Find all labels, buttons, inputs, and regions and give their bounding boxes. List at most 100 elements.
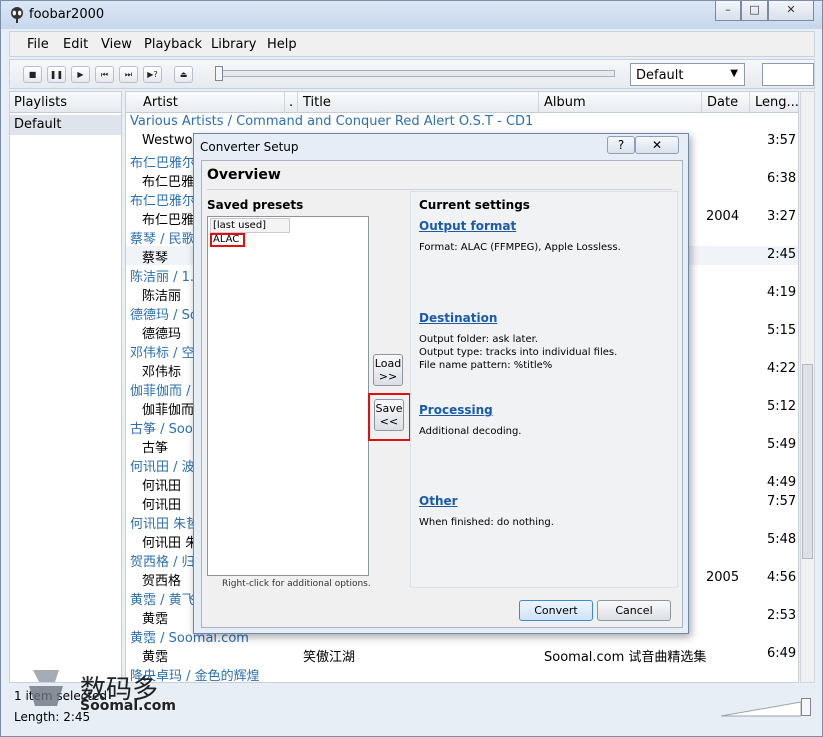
processing-link[interactable]: Processing (419, 403, 493, 417)
dsp-preset-value: Default (636, 68, 684, 83)
current-settings-heading: Current settings (419, 198, 530, 212)
dsp-preset-select[interactable]: Default ▼ (630, 63, 745, 86)
previous-icon[interactable]: ⏮ (95, 66, 114, 83)
length-cell: 5:15 (767, 323, 797, 338)
random-icon[interactable]: ▶? (143, 66, 162, 83)
length-cell: 4:19 (767, 285, 797, 300)
title-bar: foobar2000 – □ ✕ (1, 1, 822, 29)
artist-cell: 黄霑 (142, 612, 169, 627)
pause-icon[interactable]: ❚❚ (47, 66, 66, 83)
output-format-link[interactable]: Output format (419, 219, 516, 233)
play-icon[interactable]: ▶ (71, 66, 90, 83)
load-arrow: >> (378, 370, 398, 383)
maximize-button[interactable]: □ (741, 1, 768, 21)
artist-cell: 贺西格 (142, 574, 182, 589)
artist-cell: 黄霑 (142, 650, 169, 665)
date-cell: 2005 (706, 570, 740, 585)
menu-playback[interactable]: Playback (144, 37, 202, 52)
group-label: 布仁巴雅尔 (130, 194, 196, 209)
length-cell: 5:48 (767, 532, 797, 547)
window-title: foobar2000 (29, 7, 105, 22)
menu-edit[interactable]: Edit (63, 37, 88, 52)
column-artist[interactable]: Artist (143, 95, 178, 110)
column-track[interactable]: . (289, 95, 293, 110)
save-arrow: << (379, 415, 399, 428)
length-cell: 4:56 (767, 570, 797, 585)
presets-hint: Right-click for additional options. (222, 579, 371, 589)
seek-bar[interactable] (215, 66, 615, 81)
other-link[interactable]: Other (419, 494, 458, 508)
soomal-logo-icon (29, 670, 63, 706)
destination-link[interactable]: Destination (419, 311, 497, 325)
artist-cell: 德德玛 (142, 327, 182, 342)
vertical-scrollbar[interactable] (800, 91, 815, 683)
playlists-header-label: Playlists (14, 95, 67, 110)
group-header-row[interactable]: Various Artists / Command and Conquer Re… (126, 113, 798, 132)
overview-heading: Overview (207, 167, 281, 183)
destination-type-info: Output type: tracks into individual file… (419, 347, 618, 358)
processing-info: Additional decoding. (419, 426, 522, 437)
artist-cell: 古筝 (142, 441, 169, 456)
group-label: 伽菲伽而 / (130, 384, 191, 399)
save-button[interactable]: Save << (374, 399, 404, 431)
dialog-close-button[interactable]: ✕ (635, 136, 679, 154)
save-label: Save (375, 402, 403, 415)
table-row[interactable]: 黄霑 笑傲江湖 Soomal.com 试音曲精选集 6:49 (126, 645, 798, 665)
group-label: 古筝 / Soor (130, 422, 199, 437)
watermark-en: Soomal.com (80, 698, 176, 714)
length-cell: 2:45 (767, 247, 797, 262)
column-album[interactable]: Album (544, 95, 586, 110)
converter-setup-dialog: Converter Setup ? ✕ Overview Saved prese… (193, 133, 689, 634)
preset-item-alac[interactable]: ALAC (210, 233, 245, 247)
artist-cell: 蔡琴 (142, 251, 169, 266)
load-label: Load (374, 357, 402, 370)
preset-item-last-used[interactable]: [last used] (210, 218, 290, 233)
playlist-item-label: Default (14, 117, 62, 132)
stop-icon[interactable]: ■ (23, 66, 42, 83)
cancel-button[interactable]: Cancel (597, 600, 671, 621)
chevron-down-icon: ▼ (730, 68, 738, 79)
group-label: 布仁巴雅尔 (130, 156, 196, 171)
volume-slider[interactable] (721, 699, 801, 717)
close-button[interactable]: ✕ (768, 1, 814, 21)
column-title[interactable]: Title (303, 95, 331, 110)
date-cell: 2004 (706, 209, 740, 224)
menu-file[interactable]: File (27, 37, 49, 52)
group-label: 邓伟标 / 空 (130, 346, 195, 361)
artist-cell: 伽菲伽而 (142, 403, 195, 418)
saved-presets-heading: Saved presets (207, 198, 304, 212)
scrollbar-thumb[interactable] (802, 364, 813, 559)
menu-help[interactable]: Help (267, 37, 297, 52)
next-icon[interactable]: ⏭ (119, 66, 138, 83)
search-input[interactable] (762, 63, 814, 86)
convert-button[interactable]: Convert (519, 600, 593, 621)
volume-thumb[interactable] (801, 698, 811, 716)
status-length: Length: 2:45 (14, 710, 91, 724)
minimize-button[interactable]: – (715, 1, 741, 21)
length-cell: 5:49 (767, 437, 797, 452)
column-header: Artist . Title Album Date Leng... (126, 92, 798, 113)
group-label: 陈洁丽 / 1.8 (130, 270, 203, 285)
column-date[interactable]: Date (707, 95, 738, 110)
group-label: Various Artists / Command and Conquer Re… (130, 114, 534, 129)
column-length[interactable]: Leng... (755, 95, 798, 110)
dialog-body: Overview Saved presets [last used] ALAC … (201, 160, 683, 628)
artist-cell: Westwoo (142, 133, 201, 148)
seek-thumb[interactable] (215, 66, 223, 81)
open-icon[interactable]: ⏏ (174, 66, 193, 83)
playlist-item-default[interactable]: Default (10, 115, 121, 135)
menu-view[interactable]: View (101, 37, 132, 52)
load-button[interactable]: Load >> (373, 354, 403, 386)
artist-cell: 邓伟标 (142, 365, 182, 380)
length-cell: 6:38 (767, 171, 797, 186)
artist-cell: 何讯田 (142, 479, 182, 494)
menu-library[interactable]: Library (211, 37, 256, 52)
length-cell: 4:49 (767, 475, 797, 490)
length-cell: 3:57 (767, 133, 797, 148)
presets-list[interactable]: [last used] ALAC (207, 216, 369, 576)
group-label: 何讯田 / 波 (130, 460, 195, 475)
playlists-panel: Playlists Default (9, 91, 122, 683)
group-header-row[interactable]: 降央卓玛 / 金色的辉煌 (126, 664, 798, 682)
help-button[interactable]: ? (607, 136, 635, 154)
divider (207, 189, 672, 190)
